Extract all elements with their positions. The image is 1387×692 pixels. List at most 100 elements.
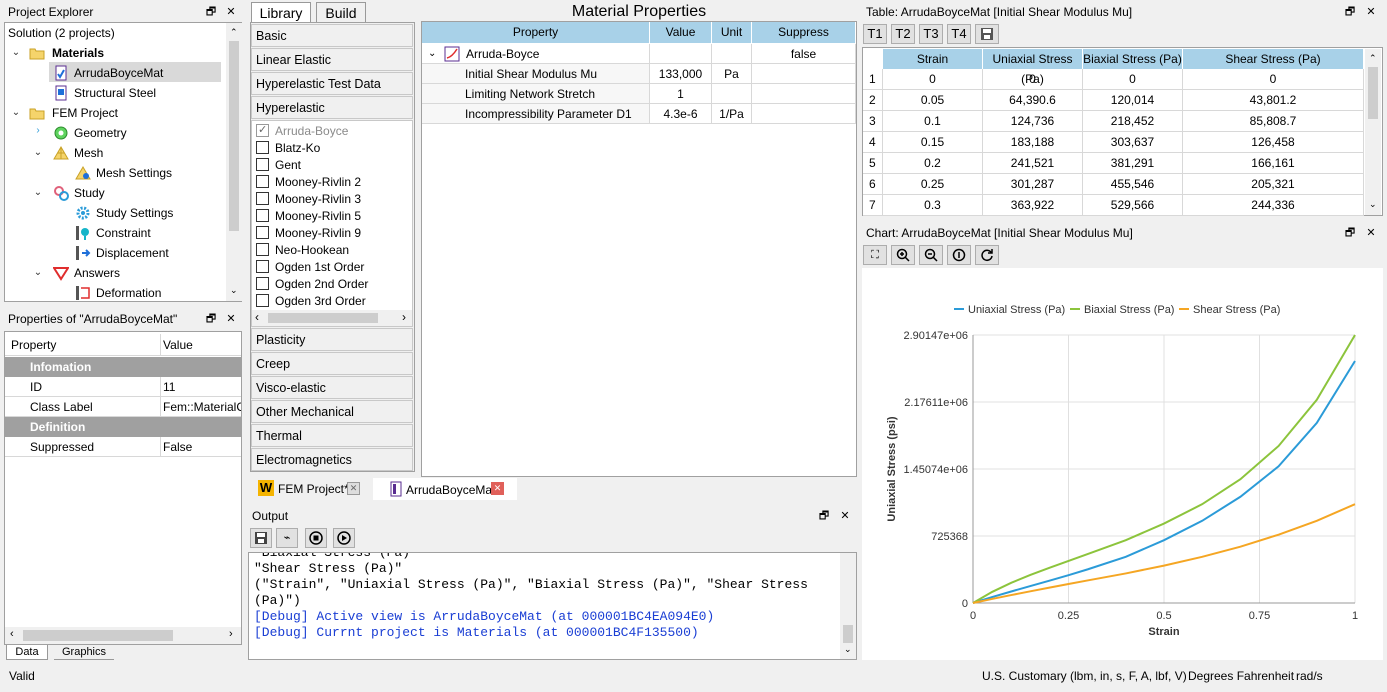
doc-tab-arrudaboycemat[interactable]: ArrudaBoyceMat ✕ (373, 478, 517, 500)
category-other-mechanical[interactable]: Other Mechanical (251, 400, 413, 423)
table-cell[interactable]: 205,321 (1183, 174, 1364, 195)
scrollbar-thumb[interactable] (229, 41, 239, 231)
checkbox-icon[interactable] (256, 175, 269, 189)
mp-row-unit[interactable] (712, 84, 752, 104)
stress-strain-chart[interactable]: 0 0.25 0.5 0.75 1 0 725368 1.45074e+06 2.17611e+… (862, 268, 1383, 660)
table-cell[interactable]: 529,566 (1083, 195, 1183, 216)
tab-t3[interactable]: T3 (919, 24, 943, 44)
table-cell[interactable]: 0 (883, 69, 983, 90)
tab-t4[interactable]: T4 (947, 24, 971, 44)
checkbox-icon[interactable] (256, 260, 269, 274)
tree-item-study[interactable]: Study (74, 183, 105, 203)
project-tree[interactable]: Solution (2 projects) ⌄ Materials Arruda… (4, 22, 242, 302)
table-cell[interactable]: 126,458 (1183, 132, 1364, 153)
float-icon[interactable]: 🗗 (1343, 226, 1357, 240)
table-cell[interactable]: 381,291 (1083, 153, 1183, 174)
tab-data[interactable]: Data (6, 645, 48, 660)
table-cell[interactable]: 244,336 (1183, 195, 1364, 216)
model-arruda-boyce[interactable]: Arruda-Boyce (256, 122, 348, 140)
category-visco-elastic[interactable]: Visco-elastic (251, 376, 413, 399)
table-cell[interactable]: 0.1 (883, 111, 983, 132)
table-cell[interactable]: 455,546 (1083, 174, 1183, 195)
model-ogden-3rd[interactable]: Ogden 3rd Order (256, 293, 366, 310)
scrollbar-thumb[interactable] (843, 625, 853, 643)
model-blatz-ko[interactable]: Blatz-Ko (256, 140, 320, 157)
table-cell[interactable]: 120,014 (1083, 90, 1183, 111)
category-linear-elastic[interactable]: Linear Elastic (251, 48, 413, 71)
category-thermal[interactable]: Thermal (251, 424, 413, 447)
tree-item-mesh[interactable]: Mesh (74, 143, 103, 163)
tree-item-deformation[interactable]: Deformation (96, 283, 161, 303)
table-cell[interactable]: 64,390.6 (983, 90, 1083, 111)
save-icon[interactable] (250, 528, 272, 548)
table-cell[interactable]: 0 (1183, 69, 1364, 90)
category-basic[interactable]: Basic (251, 24, 413, 47)
model-mooney-rivlin-2[interactable]: Mooney-Rivlin 2 (256, 174, 361, 191)
table-cell[interactable]: 0 (1083, 69, 1183, 90)
model-gent[interactable]: Gent (256, 157, 301, 174)
tree-scrollbar[interactable]: ⌃ ⌄ (226, 23, 242, 301)
save-icon[interactable] (975, 24, 999, 44)
tab-t2[interactable]: T2 (891, 24, 915, 44)
tab-library[interactable]: Library (251, 2, 311, 22)
close-icon[interactable]: ✕ (1364, 5, 1378, 19)
output-v-scrollbar[interactable]: ⌄ (840, 553, 856, 659)
table-cell[interactable]: 166,161 (1183, 153, 1364, 174)
table-cell[interactable]: 183,188 (983, 132, 1083, 153)
checkbox-icon[interactable] (256, 209, 269, 223)
table-cell[interactable]: 0 (983, 69, 1083, 90)
tab-build[interactable]: Build (316, 2, 366, 22)
tab-graphics[interactable]: Graphics (54, 645, 114, 660)
tree-item-displacement[interactable]: Displacement (96, 243, 169, 263)
table-cell[interactable]: 241,521 (983, 153, 1083, 174)
model-ogden-2nd[interactable]: Ogden 2nd Order (256, 276, 368, 293)
tree-item-constraint[interactable]: Constraint (96, 223, 151, 243)
table-cell[interactable]: 43,801.2 (1183, 90, 1364, 111)
checkbox-icon[interactable] (256, 158, 269, 172)
status-units[interactable]: U.S. Customary (lbm, in, s, F, A, lbf, V… (982, 669, 1187, 683)
close-icon[interactable]: ✕ (224, 312, 238, 326)
model-mooney-rivlin-5[interactable]: Mooney-Rivlin 5 (256, 208, 361, 225)
status-temperature[interactable]: Degrees Fahrenheit (1188, 669, 1294, 683)
mp-row-value[interactable]: 4.3e-6 (650, 104, 712, 124)
mp-row-value[interactable]: 1 (650, 84, 712, 104)
tab-t1[interactable]: T1 (863, 24, 887, 44)
table-cell[interactable]: 0.15 (883, 132, 983, 153)
refresh-icon[interactable] (975, 245, 999, 265)
close-icon[interactable]: ✕ (347, 482, 360, 495)
table-v-scrollbar[interactable]: ⌃ ⌄ (1365, 49, 1381, 215)
category-hyperelastic-test-data[interactable]: Hyperelastic Test Data (251, 72, 413, 95)
chevron-down-icon[interactable]: ⌄ (33, 147, 43, 158)
chart-area[interactable]: 0 0.25 0.5 0.75 1 0 725368 1.45074e+06 2.17611e+… (862, 268, 1383, 660)
models-h-scrollbar[interactable]: ‹ › (252, 310, 412, 326)
checkbox-icon[interactable] (256, 243, 269, 257)
table-cell[interactable]: 303,637 (1083, 132, 1183, 153)
output-console[interactable]: "Biaxial Stress (Pa)" "Shear Stress (Pa)… (248, 552, 857, 660)
reset-zoom-icon[interactable] (947, 245, 971, 265)
mp-row-value[interactable]: 133,000 (650, 64, 712, 84)
props-h-scrollbar[interactable]: ‹ › (5, 627, 241, 644)
float-icon[interactable]: 🗗 (817, 509, 831, 523)
table-cell[interactable]: 301,287 (983, 174, 1083, 195)
float-icon[interactable]: 🗗 (204, 5, 218, 19)
tree-item-geometry[interactable]: Geometry (74, 123, 127, 143)
checkbox-icon[interactable] (256, 226, 269, 240)
table-cell[interactable]: 363,922 (983, 195, 1083, 216)
mp-row-unit[interactable]: Pa (712, 64, 752, 84)
model-neo-hookean[interactable]: Neo-Hookean (256, 242, 349, 259)
properties-grid[interactable]: Property Value Infomation ID 11 Class La… (4, 331, 242, 645)
zoom-in-icon[interactable] (891, 245, 915, 265)
scrollbar-thumb[interactable] (23, 630, 173, 641)
scrollbar-thumb[interactable] (268, 313, 378, 323)
fit-view-icon[interactable]: ⛶ (863, 245, 887, 265)
clear-icon[interactable]: ⌁ (276, 528, 298, 548)
table-cell[interactable]: 0.2 (883, 153, 983, 174)
chevron-down-icon[interactable]: ⌄ (33, 267, 43, 278)
float-icon[interactable]: 🗗 (1343, 5, 1357, 19)
category-plasticity[interactable]: Plasticity (251, 328, 413, 351)
model-mooney-rivlin-9[interactable]: Mooney-Rivlin 9 (256, 225, 361, 242)
category-creep[interactable]: Creep (251, 352, 413, 375)
tree-item-answers[interactable]: Answers (74, 263, 120, 283)
tree-root[interactable]: Solution (2 projects) (8, 23, 115, 43)
close-icon[interactable]: ✕ (838, 509, 852, 523)
